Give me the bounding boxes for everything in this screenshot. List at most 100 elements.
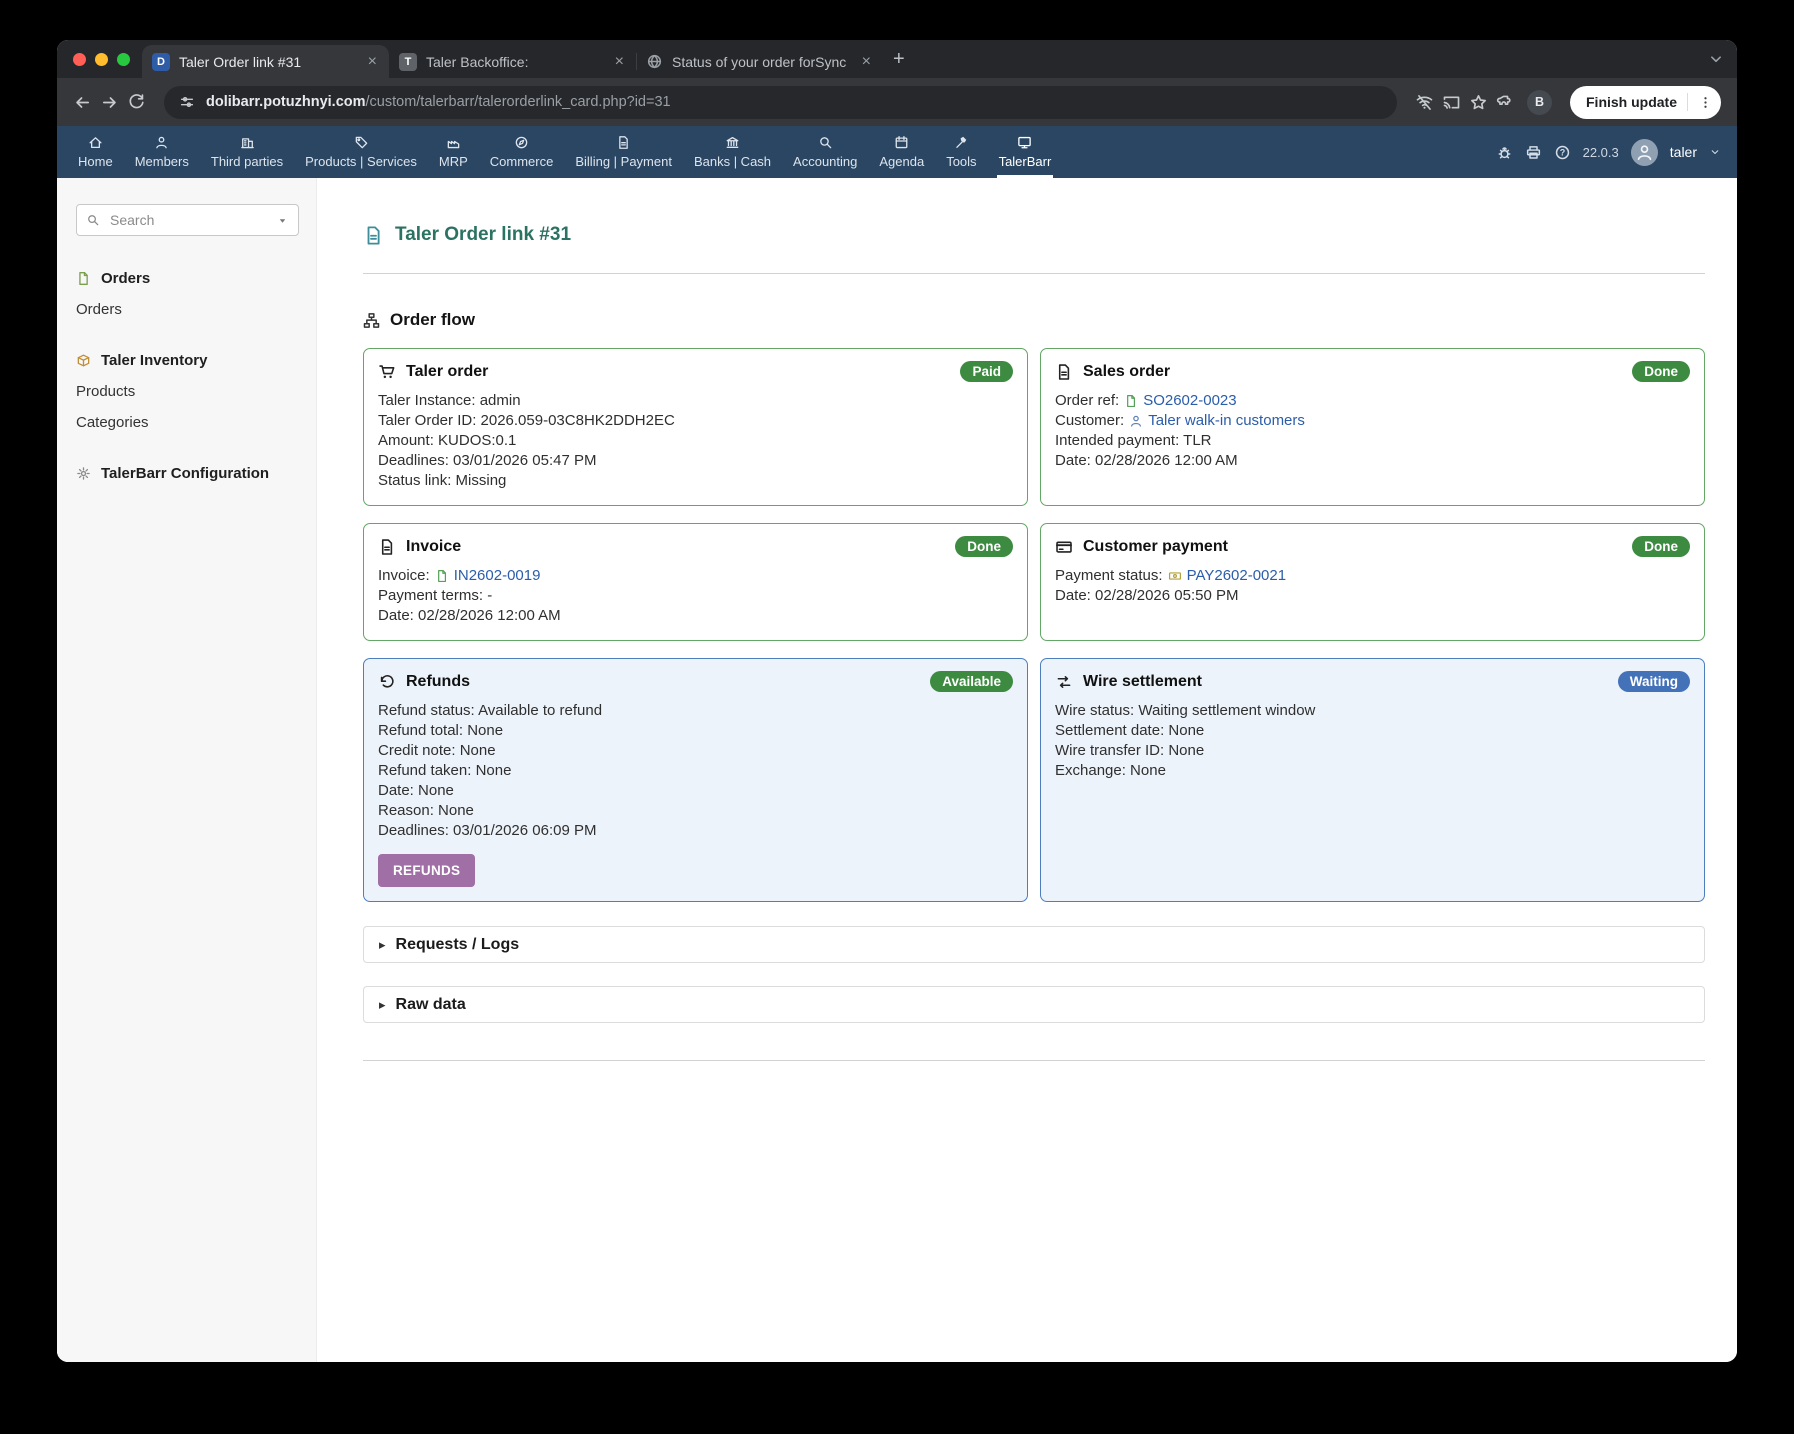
cast-icon[interactable] — [1442, 93, 1461, 112]
invoice-icon — [1055, 363, 1073, 381]
page-title: Taler Order link #31 — [395, 224, 571, 246]
refunds-button[interactable]: REFUNDS — [378, 854, 475, 887]
left-sidebar: Orders Orders Taler Inventory Products Categ… — [57, 178, 317, 1362]
banks-icon — [725, 135, 740, 150]
sidebar-item-products[interactable]: Products — [76, 383, 299, 400]
menu-item-label: Members — [135, 154, 189, 169]
card-line: Credit note: None — [378, 741, 1013, 761]
card-line: Date: 02/28/2026 12:00 AM — [1055, 451, 1690, 471]
tab-close-icon[interactable]: × — [613, 54, 626, 70]
app-body: Orders Orders Taler Inventory Products Categ… — [57, 178, 1737, 1362]
browser-profile-avatar[interactable]: B — [1527, 90, 1552, 115]
back-icon[interactable] — [73, 93, 92, 112]
search-input[interactable] — [108, 211, 268, 229]
undo-icon — [378, 673, 396, 691]
menu-item-commerce[interactable]: Commerce — [479, 126, 565, 178]
card-line: Status link: Missing — [378, 471, 1013, 491]
card-line: Intended payment: TLR — [1055, 431, 1690, 451]
card-line: Amount: KUDOS:0.1 — [378, 431, 1013, 451]
menu-item-talerbarr[interactable]: TalerBarr — [988, 126, 1063, 178]
browser-tab-status-of-your-order-forsync[interactable]: Status of your order forSync × — [636, 45, 883, 78]
card-line: Date: None — [378, 781, 1013, 801]
extensions-icon[interactable] — [1496, 93, 1515, 112]
menu-item-label: Agenda — [879, 154, 924, 169]
menu-item-accounting[interactable]: Accounting — [782, 126, 868, 178]
tab-title: Taler Backoffice: — [426, 54, 604, 70]
sidebar-section-talerbarr-configuration[interactable]: TalerBarr Configuration — [76, 465, 299, 482]
card-line: Order ref:SO2602-0023 — [1055, 391, 1690, 411]
site-settings-icon[interactable] — [179, 94, 195, 110]
forward-icon[interactable] — [100, 93, 119, 112]
menu-item-members[interactable]: Members — [124, 126, 200, 178]
network-error-icon[interactable] — [1415, 93, 1434, 112]
new-tab-button[interactable]: + — [883, 49, 915, 69]
gear-icon — [76, 466, 91, 481]
sidebar-section-label: Taler Inventory — [101, 352, 207, 369]
user-menu-caret-icon[interactable] — [1709, 146, 1721, 158]
menu-item-billing-payment[interactable]: Billing | Payment — [564, 126, 683, 178]
card-link-pay2602-0021[interactable]: PAY2602-0021 — [1187, 566, 1287, 586]
help-icon[interactable]: ? — [1554, 144, 1571, 161]
address-bar[interactable]: dolibarr.potuzhnyi.com/custom/talerbarr/… — [164, 86, 1397, 119]
search-combobox[interactable] — [76, 204, 299, 236]
version-label: 22.0.3 — [1583, 145, 1619, 160]
accounting-icon — [818, 135, 833, 150]
user-avatar[interactable] — [1631, 139, 1658, 166]
tab-search-icon[interactable] — [1707, 50, 1725, 68]
members-icon — [154, 135, 169, 150]
card-link-so2602-0023[interactable]: SO2602-0023 — [1143, 391, 1236, 411]
menu-item-banks-cash[interactable]: Banks | Cash — [683, 126, 782, 178]
status-badge: Done — [1632, 361, 1690, 382]
card-link-taler-walk-in-customers[interactable]: Taler walk-in customers — [1148, 411, 1305, 431]
collapsible-label: Requests / Logs — [396, 936, 520, 954]
tab-close-icon[interactable]: × — [860, 54, 873, 70]
browser-tab-taler-order-link-31[interactable]: DTaler Order link #31× — [142, 45, 389, 78]
sidebar-section-orders[interactable]: Orders — [76, 270, 299, 287]
status-badge: Done — [1632, 536, 1690, 557]
card-line: Wire transfer ID: None — [1055, 741, 1690, 761]
print-icon[interactable] — [1525, 144, 1542, 161]
collapsible-raw-data[interactable]: ▸Raw data — [363, 986, 1705, 1023]
collapsible-requests-logs[interactable]: ▸Requests / Logs — [363, 926, 1705, 963]
card-line: Taler Instance: admin — [378, 391, 1013, 411]
menu-item-products-services[interactable]: Products | Services — [294, 126, 428, 178]
browser-menu-icon[interactable] — [1698, 95, 1713, 110]
status-badge: Done — [955, 536, 1013, 557]
main-menu: Home Members Third parties Products | Servi… — [67, 126, 1062, 178]
menu-item-label: Tools — [946, 154, 976, 169]
tab-title: Status of your order forSync — [672, 54, 851, 70]
file-icon — [76, 271, 91, 286]
menu-item-mrp[interactable]: MRP — [428, 126, 479, 178]
sidebar-item-orders[interactable]: Orders — [76, 301, 299, 318]
browser-tab-taler-backoffice[interactable]: TTaler Backoffice:× — [389, 45, 636, 78]
user-menu[interactable]: taler — [1670, 144, 1697, 160]
card-line: Taler Order ID: 2026.059-03C8HK2DDH2EC — [378, 411, 1013, 431]
menu-item-label: Products | Services — [305, 154, 417, 169]
card-lines: Order ref:SO2602-0023Customer:Taler walk… — [1055, 391, 1690, 471]
debug-bug-icon[interactable] — [1496, 144, 1513, 161]
divider — [363, 1060, 1705, 1061]
card-lines: Invoice:IN2602-0019Payment terms: -Date:… — [378, 566, 1013, 626]
sidebar-item-categories[interactable]: Categories — [76, 414, 299, 431]
menu-item-home[interactable]: Home — [67, 126, 124, 178]
order-link-doc-icon — [363, 225, 384, 246]
browser-window: DTaler Order link #31×TTaler Backoffice:… — [57, 40, 1737, 1362]
divider — [363, 273, 1705, 274]
bookmark-star-icon[interactable] — [1469, 93, 1488, 112]
reload-icon[interactable] — [127, 93, 146, 112]
sidebar-section-taler-inventory[interactable]: Taler Inventory — [76, 352, 299, 369]
search-caret-icon[interactable] — [276, 214, 289, 227]
finish-update-button[interactable]: Finish update — [1570, 86, 1721, 119]
menu-item-third-parties[interactable]: Third parties — [200, 126, 294, 178]
close-window-button[interactable] — [73, 53, 86, 66]
card-link-in2602-0019[interactable]: IN2602-0019 — [454, 566, 541, 586]
tab-close-icon[interactable]: × — [366, 54, 379, 70]
card-title: Refunds — [406, 673, 470, 691]
card-line: Reason: None — [378, 801, 1013, 821]
card-header: Sales orderDone — [1055, 361, 1690, 382]
menu-item-agenda[interactable]: Agenda — [868, 126, 935, 178]
menu-item-tools[interactable]: Tools — [935, 126, 987, 178]
maximize-window-button[interactable] — [117, 53, 130, 66]
minimize-window-button[interactable] — [95, 53, 108, 66]
home-icon — [88, 135, 103, 150]
